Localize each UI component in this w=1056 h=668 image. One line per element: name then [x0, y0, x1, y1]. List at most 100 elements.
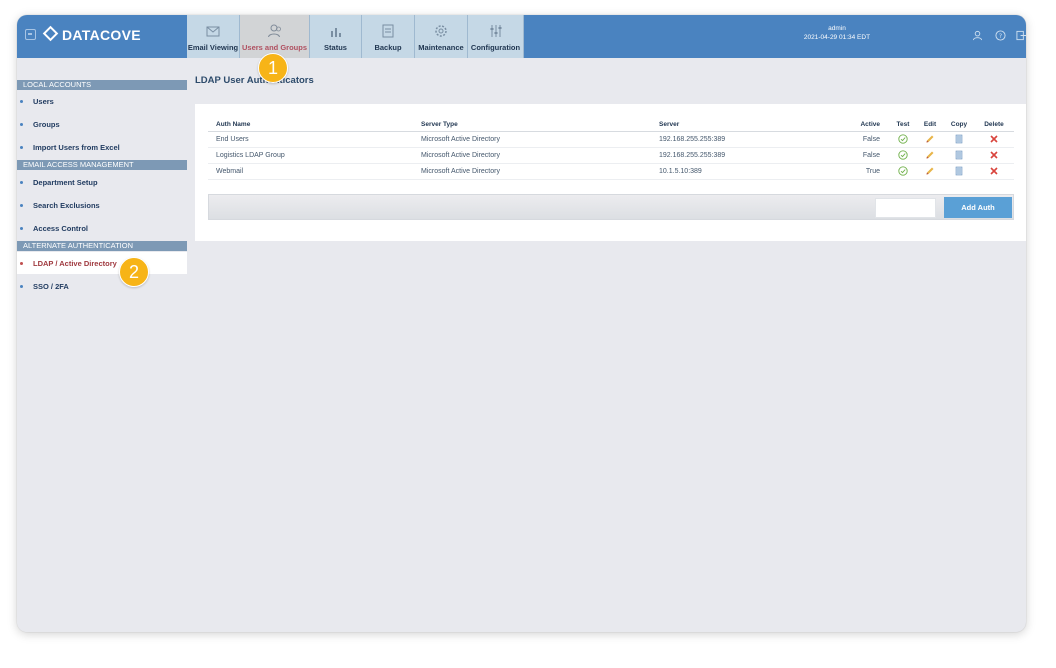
- archive-icon: [382, 24, 394, 38]
- bullet-icon: [20, 146, 23, 149]
- delete-x-icon[interactable]: [989, 134, 999, 144]
- current-datetime: 2021-04-29 01:34 EDT: [803, 34, 871, 41]
- user-name: admin: [828, 25, 846, 32]
- tab-label: Backup: [374, 43, 402, 52]
- bullet-icon: [20, 285, 23, 288]
- table-row: Logistics LDAP Group Microsoft Active Di…: [208, 147, 1014, 164]
- auth-name-cell: Logistics LDAP Group: [208, 147, 413, 164]
- server-type-cell: Microsoft Active Directory: [413, 131, 651, 148]
- table-footer-bar: Add Auth: [208, 194, 1014, 220]
- server-type-cell: Microsoft Active Directory: [413, 147, 651, 164]
- test-check-icon[interactable]: [898, 150, 908, 160]
- authenticators-table: Auth Name Server Type Server Active Test…: [208, 119, 1014, 180]
- bullet-icon: [20, 262, 23, 265]
- tab-status[interactable]: Status: [310, 15, 362, 58]
- server-cell: 192.168.255.255:389: [651, 147, 850, 164]
- auth-name-cell: Webmail: [208, 163, 413, 180]
- edit-pencil-icon[interactable]: [925, 134, 935, 144]
- bullet-icon: [20, 123, 23, 126]
- gear-icon: [435, 25, 447, 37]
- sidebar-item-search-exclusions[interactable]: Search Exclusions: [17, 194, 187, 216]
- svg-text:?: ?: [999, 32, 1002, 40]
- col-delete: Delete: [974, 119, 1014, 132]
- bullet-icon: [20, 100, 23, 103]
- copy-icon[interactable]: [954, 166, 964, 176]
- sidebar-item-label: Import Users from Excel: [33, 142, 120, 152]
- table-header-row: Auth Name Server Type Server Active Test…: [208, 119, 1014, 132]
- sidebar-item-import-users[interactable]: Import Users from Excel: [17, 136, 187, 158]
- test-check-icon[interactable]: [898, 134, 908, 144]
- envelope-icon: [206, 26, 220, 37]
- sidebar-section-alternate-auth: ALTERNATE AUTHENTICATION: [17, 241, 187, 251]
- server-type-cell: Microsoft Active Directory: [413, 163, 651, 180]
- edit-pencil-icon[interactable]: [925, 166, 935, 176]
- callout-badge-1: 1: [258, 53, 288, 83]
- tab-configuration[interactable]: Configuration: [468, 15, 524, 58]
- col-server: Server: [651, 119, 850, 132]
- bullet-icon: [20, 181, 23, 184]
- sidebar-item-department-setup[interactable]: Department Setup: [17, 171, 187, 193]
- callout-badge-2: 2: [119, 257, 149, 287]
- tab-label: Users and Groups: [241, 43, 308, 52]
- server-cell: 10.1.5.10:389: [651, 163, 850, 180]
- sidebar-item-access-control[interactable]: Access Control: [17, 217, 187, 239]
- active-cell: False: [850, 131, 890, 148]
- tab-maintenance[interactable]: Maintenance: [415, 15, 468, 58]
- main-nav: Email Viewing Users and Groups Status Ba…: [187, 15, 524, 58]
- user-info: admin 2021-04-29 01:34 EDT: [777, 25, 897, 41]
- test-check-icon[interactable]: [898, 166, 908, 176]
- sidebar-item-label: SSO / 2FA: [33, 281, 69, 291]
- authenticators-panel: Auth Name Server Type Server Active Test…: [195, 104, 1026, 241]
- page-title: LDAP User Authenticators: [195, 75, 314, 86]
- tab-backup[interactable]: Backup: [362, 15, 415, 58]
- logo-diamond-icon: [42, 25, 59, 42]
- sidebar-section-local-accounts: LOCAL ACCOUNTS: [17, 80, 187, 90]
- edit-pencil-icon[interactable]: [925, 150, 935, 160]
- add-auth-button[interactable]: Add Auth: [944, 197, 1012, 218]
- sidebar: LOCAL ACCOUNTS Users Groups Import Users…: [17, 58, 187, 632]
- brand: DATACOVE: [17, 15, 187, 58]
- help-icon[interactable]: ?: [995, 30, 1006, 41]
- table-row: End Users Microsoft Active Directory 192…: [208, 131, 1014, 148]
- table-row: Webmail Microsoft Active Directory 10.1.…: [208, 163, 1014, 180]
- tab-label: Email Viewing: [187, 43, 239, 52]
- tab-label: Status: [324, 43, 347, 52]
- logout-icon[interactable]: [1016, 30, 1026, 41]
- tab-email-viewing[interactable]: Email Viewing: [187, 15, 240, 58]
- sidebar-item-sso-2fa[interactable]: SSO / 2FA: [17, 275, 187, 297]
- top-bar: DATACOVE Email Viewing Users and Groups …: [17, 15, 1026, 58]
- bar-chart-icon: [330, 28, 341, 37]
- col-edit: Edit: [916, 119, 944, 132]
- copy-icon[interactable]: [954, 134, 964, 144]
- brand-name: DATACOVE: [62, 27, 141, 43]
- tab-label: Maintenance: [418, 43, 464, 52]
- users-icon: [267, 24, 281, 38]
- server-cell: 192.168.255.255:389: [651, 131, 850, 148]
- col-auth-name: Auth Name: [208, 119, 413, 132]
- delete-x-icon[interactable]: [989, 166, 999, 176]
- bullet-icon: [20, 204, 23, 207]
- footer-input-box[interactable]: [875, 198, 936, 218]
- sidebar-toggle-icon[interactable]: [25, 29, 36, 40]
- tab-label: Configuration: [470, 43, 521, 52]
- sidebar-item-label: Access Control: [33, 223, 89, 233]
- sidebar-section-email-access: EMAIL ACCESS MANAGEMENT: [17, 160, 187, 170]
- sidebar-item-label: Department Setup: [33, 177, 98, 187]
- col-server-type: Server Type: [413, 119, 651, 132]
- bullet-icon: [20, 227, 23, 230]
- sidebar-item-label: Groups: [33, 119, 60, 129]
- delete-x-icon[interactable]: [989, 150, 999, 160]
- user-profile-icon[interactable]: [972, 30, 983, 41]
- sliders-icon: [490, 25, 501, 37]
- copy-icon[interactable]: [954, 150, 964, 160]
- auth-name-cell: End Users: [208, 131, 413, 148]
- sidebar-item-ldap[interactable]: LDAP / Active Directory: [17, 252, 187, 274]
- active-cell: True: [850, 163, 890, 180]
- sidebar-item-label: Users: [33, 96, 54, 106]
- active-cell: False: [850, 147, 890, 164]
- sidebar-item-users[interactable]: Users: [17, 90, 187, 112]
- sidebar-item-groups[interactable]: Groups: [17, 113, 187, 135]
- sidebar-item-label: LDAP / Active Directory: [33, 258, 117, 268]
- tab-users-and-groups[interactable]: Users and Groups: [240, 15, 310, 58]
- col-active: Active: [850, 119, 890, 132]
